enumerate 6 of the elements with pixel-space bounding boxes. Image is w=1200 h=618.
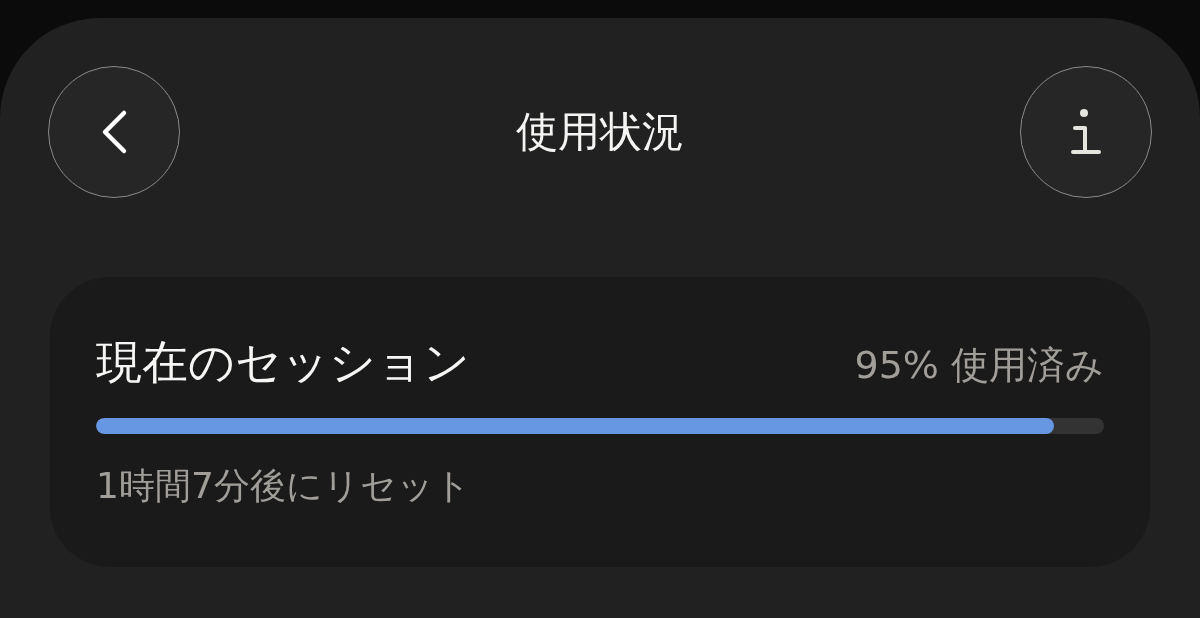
usage-text: 95% 使用済み: [854, 343, 1104, 389]
session-title: 現在のセッション: [96, 335, 470, 391]
info-icon: [1071, 108, 1101, 156]
reset-time-text: 1時間7分後にリセット: [96, 464, 472, 508]
chevron-left-icon: [100, 109, 128, 155]
page-title: 使用状況: [516, 106, 684, 158]
